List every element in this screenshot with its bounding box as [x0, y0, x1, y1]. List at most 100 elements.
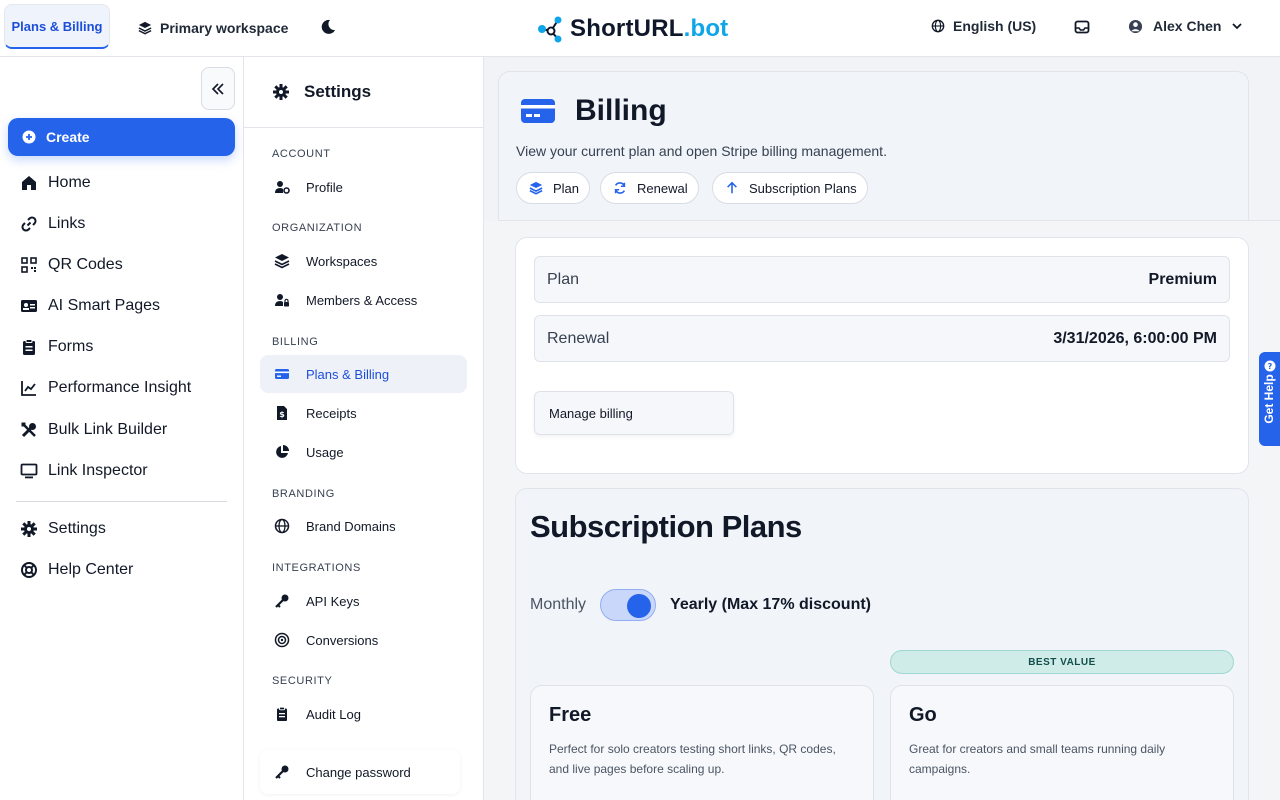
- workspace-name: Primary workspace: [160, 20, 289, 36]
- credit-card-icon: [275, 369, 289, 379]
- logo-text: ShortURL: [570, 15, 684, 42]
- settings-item-receipts[interactable]: $ Receipts: [274, 405, 357, 421]
- language-selector[interactable]: English (US): [931, 18, 1036, 34]
- clipboard-icon: [23, 339, 35, 355]
- chip-label: Subscription Plans: [749, 180, 857, 196]
- settings-panel: Settings ACCOUNT Profile ORGANIZATION Wo…: [244, 57, 484, 800]
- plus-circle-icon: [22, 130, 36, 144]
- manage-billing-button[interactable]: Manage billing: [534, 391, 734, 435]
- user-menu[interactable]: Alex Chen: [1128, 18, 1243, 34]
- sidebar-item-settings[interactable]: Settings: [20, 517, 240, 541]
- sidebar-item-links[interactable]: Links: [20, 212, 240, 236]
- layers-icon: [138, 21, 152, 35]
- logo-suffix: .bot: [683, 15, 729, 42]
- chart-icon: [21, 381, 36, 396]
- plan-value: Premium: [1148, 270, 1217, 288]
- sidebar-item-forms[interactable]: Forms: [20, 335, 240, 359]
- tab-plans-billing[interactable]: Plans & Billing: [4, 4, 110, 49]
- sidebar-item-qr-codes[interactable]: QR Codes: [20, 253, 240, 277]
- settings-item-label: Usage: [306, 444, 344, 460]
- chip-label: Plan: [553, 180, 580, 196]
- manage-billing-label: Manage billing: [549, 405, 633, 421]
- sidebar-item-label: Link Inspector: [48, 462, 148, 479]
- create-button[interactable]: Create: [8, 118, 235, 156]
- settings-item-members-access[interactable]: Members & Access: [274, 292, 417, 308]
- settings-item-change-password[interactable]: Change password: [274, 764, 411, 780]
- qr-icon: [21, 257, 37, 273]
- settings-item-label: Profile: [306, 179, 343, 195]
- billing-subtitle: View your current plan and open Stripe b…: [516, 143, 887, 159]
- subscription-plans-title: Subscription Plans: [530, 509, 802, 544]
- sidebar-item-label: AI Smart Pages: [48, 297, 161, 314]
- sidebar-item-label: Bulk Link Builder: [48, 421, 168, 438]
- key-icon: [275, 594, 289, 608]
- settings-item-label: Brand Domains: [306, 518, 396, 534]
- settings-item-plans-billing[interactable]: Plans & Billing: [274, 366, 389, 382]
- toggle-knob: [627, 594, 652, 618]
- billing-period-toggle[interactable]: [600, 589, 657, 621]
- sidebar-divider: [16, 501, 227, 502]
- settings-item-label: Members & Access: [306, 292, 418, 308]
- sidebar-item-ai-smart-pages[interactable]: AI Smart Pages: [20, 294, 240, 318]
- settings-item-label: API Keys: [306, 593, 360, 609]
- settings-item-label: Conversions: [306, 632, 379, 648]
- workspace-switcher[interactable]: Primary workspace: [138, 18, 288, 38]
- plan-tier-free[interactable]: Free Perfect for solo creators testing s…: [530, 685, 874, 800]
- layers-icon: [274, 254, 290, 269]
- get-help-tab[interactable]: ? Get Help: [1259, 352, 1280, 446]
- settings-item-brand-domains[interactable]: Brand Domains: [274, 518, 396, 534]
- settings-item-label: Plans & Billing: [306, 366, 390, 382]
- plan-tier-go[interactable]: Go Great for creators and small teams ru…: [890, 685, 1234, 800]
- monthly-label[interactable]: Monthly: [530, 596, 586, 614]
- moon-icon[interactable]: [318, 17, 338, 37]
- sidebar-item-help-center[interactable]: Help Center: [20, 558, 240, 582]
- settings-item-conversions[interactable]: Conversions: [274, 632, 378, 648]
- header-divider: [498, 220, 1280, 221]
- sidebar-item-home[interactable]: Home: [20, 171, 240, 195]
- logo[interactable]: ShortURL.bot: [536, 15, 728, 43]
- lifebuoy-icon: [21, 562, 37, 578]
- user-avatar-icon: [1128, 19, 1143, 33]
- chevron-down-icon: [1232, 23, 1243, 30]
- renewal-value: 3/31/2026, 6:00:00 PM: [1053, 329, 1217, 347]
- sidebar-item-bulk-link-builder[interactable]: Bulk Link Builder: [20, 418, 240, 442]
- collapse-sidebar-button[interactable]: [201, 67, 235, 110]
- double-chevron-left-icon: [211, 82, 224, 95]
- tier-description: Perfect for solo creators testing short …: [549, 742, 836, 776]
- settings-item-api-keys[interactable]: API Keys: [274, 593, 359, 609]
- billing-period-toggle-row: Monthly Yearly (Max 17% discount): [530, 589, 871, 621]
- section-integrations: INTEGRATIONS: [272, 562, 361, 574]
- renewal-key: Renewal: [547, 329, 610, 347]
- settings-item-label: Receipts: [306, 405, 357, 421]
- settings-title: Settings: [304, 82, 372, 101]
- sidebar-item-label: QR Codes: [48, 256, 123, 273]
- chip-renewal[interactable]: Renewal: [600, 172, 699, 204]
- sidebar-item-link-inspector[interactable]: Link Inspector: [20, 459, 240, 483]
- sidebar: Create Home Links QR Codes AI Smart Page…: [0, 57, 244, 800]
- billing-title: Billing: [521, 94, 667, 128]
- chip-subscription-plans[interactable]: Subscription Plans: [712, 172, 868, 204]
- yearly-label[interactable]: Yearly (Max 17% discount): [670, 596, 871, 614]
- current-plan-card: Plan Premium Renewal 3/31/2026, 6:00:00 …: [515, 237, 1249, 474]
- sidebar-item-performance-insight[interactable]: Performance Insight: [20, 376, 240, 400]
- settings-item-usage[interactable]: Usage: [274, 444, 344, 460]
- settings-item-profile[interactable]: Profile: [274, 179, 343, 195]
- user-gear-icon: [275, 181, 290, 194]
- user-lock-icon: [275, 294, 289, 307]
- create-label: Create: [46, 129, 90, 145]
- chip-plan[interactable]: Plan: [516, 172, 591, 204]
- inbox-icon[interactable]: [1074, 19, 1090, 35]
- globe-icon: [931, 19, 945, 33]
- gear-icon: [21, 521, 37, 537]
- settings-item-workspaces[interactable]: Workspaces: [274, 253, 377, 269]
- settings-item-audit-log[interactable]: Audit Log: [274, 706, 361, 722]
- section-security: SECURITY: [272, 675, 333, 687]
- gear-icon: [273, 84, 289, 100]
- billing-header: Billing View your current plan and open …: [498, 71, 1249, 221]
- clipboard-icon: [277, 706, 287, 721]
- layers-icon: [529, 181, 543, 195]
- receipt-icon: $: [277, 406, 287, 420]
- settings-header: Settings: [244, 57, 483, 128]
- sidebar-item-label: Home: [48, 174, 91, 191]
- section-branding: BRANDING: [272, 488, 335, 500]
